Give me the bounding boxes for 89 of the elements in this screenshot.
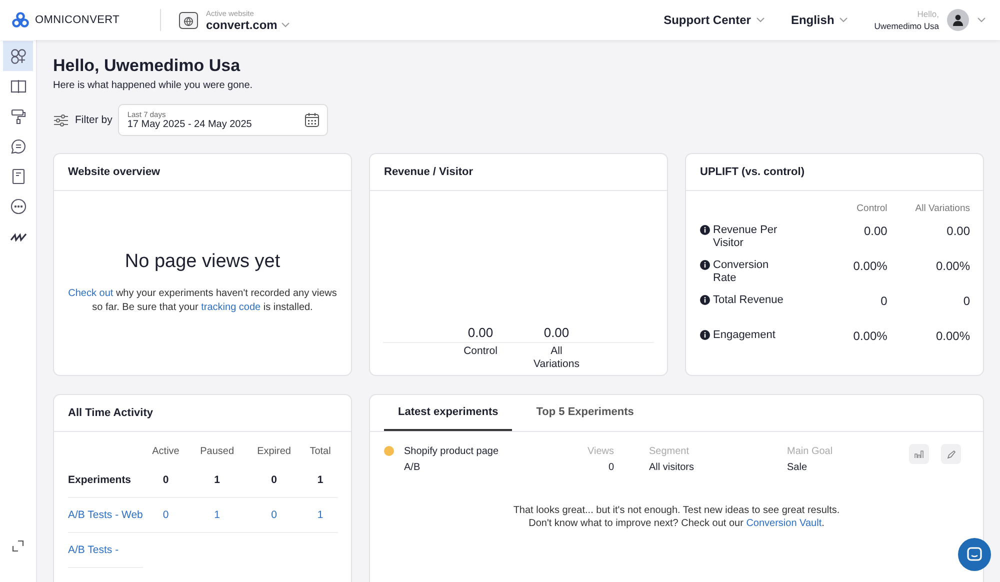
- metric-value: 0.00%: [936, 259, 970, 273]
- help-link[interactable]: Check out: [68, 288, 114, 299]
- page-subtitle: Here is what happened while you were gone.: [53, 80, 254, 91]
- expand-icon[interactable]: [12, 540, 24, 552]
- row-label: A/B Tests -: [68, 544, 119, 556]
- info-icon: [700, 330, 710, 340]
- more-icon: [10, 198, 26, 214]
- count-link[interactable]: 0: [271, 509, 277, 521]
- goal-label: Main Goal: [787, 445, 834, 459]
- row-label: A/B Tests - Web: [68, 509, 143, 521]
- column-header: Total: [310, 446, 331, 457]
- metric-value: 0.00%: [853, 259, 888, 273]
- column-header: Paused: [200, 446, 234, 457]
- column-header: Active: [152, 446, 180, 457]
- suggestion-text: Don't know what to improve next? Check out our Conversion Vault.: [528, 517, 826, 530]
- info-icon: [700, 295, 710, 305]
- filter-label: Filter by: [75, 114, 112, 126]
- metric-value: 0: [963, 294, 970, 308]
- edit-button[interactable]: [941, 444, 961, 464]
- count-link[interactable]: 1: [317, 509, 324, 521]
- metric-label: Engagement: [713, 329, 776, 342]
- metric-value: 0.00: [946, 224, 970, 238]
- info-icon: [700, 225, 710, 235]
- metric-label: Conversion Rate: [713, 259, 770, 285]
- revenue-value: 0.00: [542, 325, 570, 340]
- circles-plus-icon: [10, 48, 26, 64]
- card-title: All Time Activity: [68, 407, 153, 419]
- count-link[interactable]: 0: [162, 509, 169, 521]
- empty-state-message: Check out why your experiments haven't recorded any views so far. Be sure that your tracking code is installed.: [68, 287, 337, 315]
- split-panel-icon: [10, 78, 26, 94]
- card-title: UPLIFT (vs. control): [700, 166, 804, 178]
- tab[interactable]: Latest experiments: [384, 395, 512, 431]
- sliders-icon: [53, 114, 69, 126]
- user-name: Uwemedimo Usa: [874, 20, 939, 32]
- language-menu[interactable]: English: [790, 13, 848, 27]
- brand-name: OMNICONVERT: [35, 14, 120, 26]
- card-title: Revenue / Visitor: [384, 166, 474, 178]
- website-selector[interactable]: convert.com: [206, 18, 278, 32]
- page-title: Hello, Uwemedimo Usa: [53, 56, 242, 76]
- bar-chart-icon: [914, 450, 924, 458]
- metric-label: Revenue Per Visitor: [713, 224, 778, 250]
- segment-value: All visitors: [649, 461, 696, 475]
- count-value: 0: [271, 474, 277, 486]
- document-icon: [10, 168, 26, 184]
- views-value: 0: [607, 461, 614, 475]
- support-center-menu[interactable]: Support Center: [664, 13, 765, 27]
- metric-label: Total Revenue: [713, 294, 784, 307]
- revenue-label: All Variations: [532, 345, 580, 371]
- report-button[interactable]: [909, 444, 929, 464]
- help-link[interactable]: tracking code: [201, 302, 261, 313]
- info-icon: [700, 260, 710, 270]
- globe-window-icon: [179, 12, 198, 28]
- conversion-vault-link[interactable]: Conversion Vault: [746, 518, 822, 529]
- metric-value: 0.00%: [853, 329, 888, 343]
- revenue-label: Control: [462, 345, 498, 359]
- chevron-down-icon: [281, 22, 290, 28]
- chevron-down-icon: [756, 17, 765, 23]
- metric-value: 0.00%: [936, 329, 970, 343]
- chat-icon: [10, 138, 26, 154]
- column-header: Expired: [257, 446, 291, 457]
- paint-roller-icon: [10, 108, 26, 124]
- views-label: Views: [586, 445, 614, 459]
- chevron-down-icon: [977, 17, 986, 23]
- logo-icon: [12, 12, 29, 28]
- revenue-value: 0.00: [466, 325, 494, 340]
- segment-label: Segment: [649, 445, 690, 459]
- count-value: 1: [317, 474, 324, 486]
- column-header: All Variations: [915, 203, 970, 214]
- metric-value: 0.00: [864, 224, 888, 238]
- encouragement-text: That looks great... but it's not enough. Test new ideas to see great results.: [512, 504, 841, 517]
- metric-value: 0: [880, 294, 888, 308]
- experiment-name[interactable]: Shopify product page: [404, 444, 504, 460]
- tab[interactable]: Top 5 Experiments: [522, 395, 648, 431]
- sidebar-item[interactable]: [3, 41, 33, 71]
- count-value: 1: [214, 474, 220, 486]
- goal-value: Sale: [787, 461, 808, 475]
- experiment-type: A/B: [404, 461, 422, 475]
- row-label: Experiments: [68, 474, 132, 486]
- card-title: Website overview: [68, 166, 160, 178]
- count-link[interactable]: 1: [214, 509, 220, 521]
- pencil-icon: [946, 450, 956, 458]
- avatar[interactable]: [947, 9, 969, 31]
- chevron-down-icon: [839, 17, 848, 23]
- calendar-icon: [305, 113, 320, 127]
- chat-icon: [967, 547, 982, 562]
- greeting-text: Hello,: [916, 8, 939, 20]
- empty-state-title: No page views yet: [124, 251, 280, 273]
- column-header: Control: [856, 203, 888, 214]
- count-value: 0: [162, 474, 169, 486]
